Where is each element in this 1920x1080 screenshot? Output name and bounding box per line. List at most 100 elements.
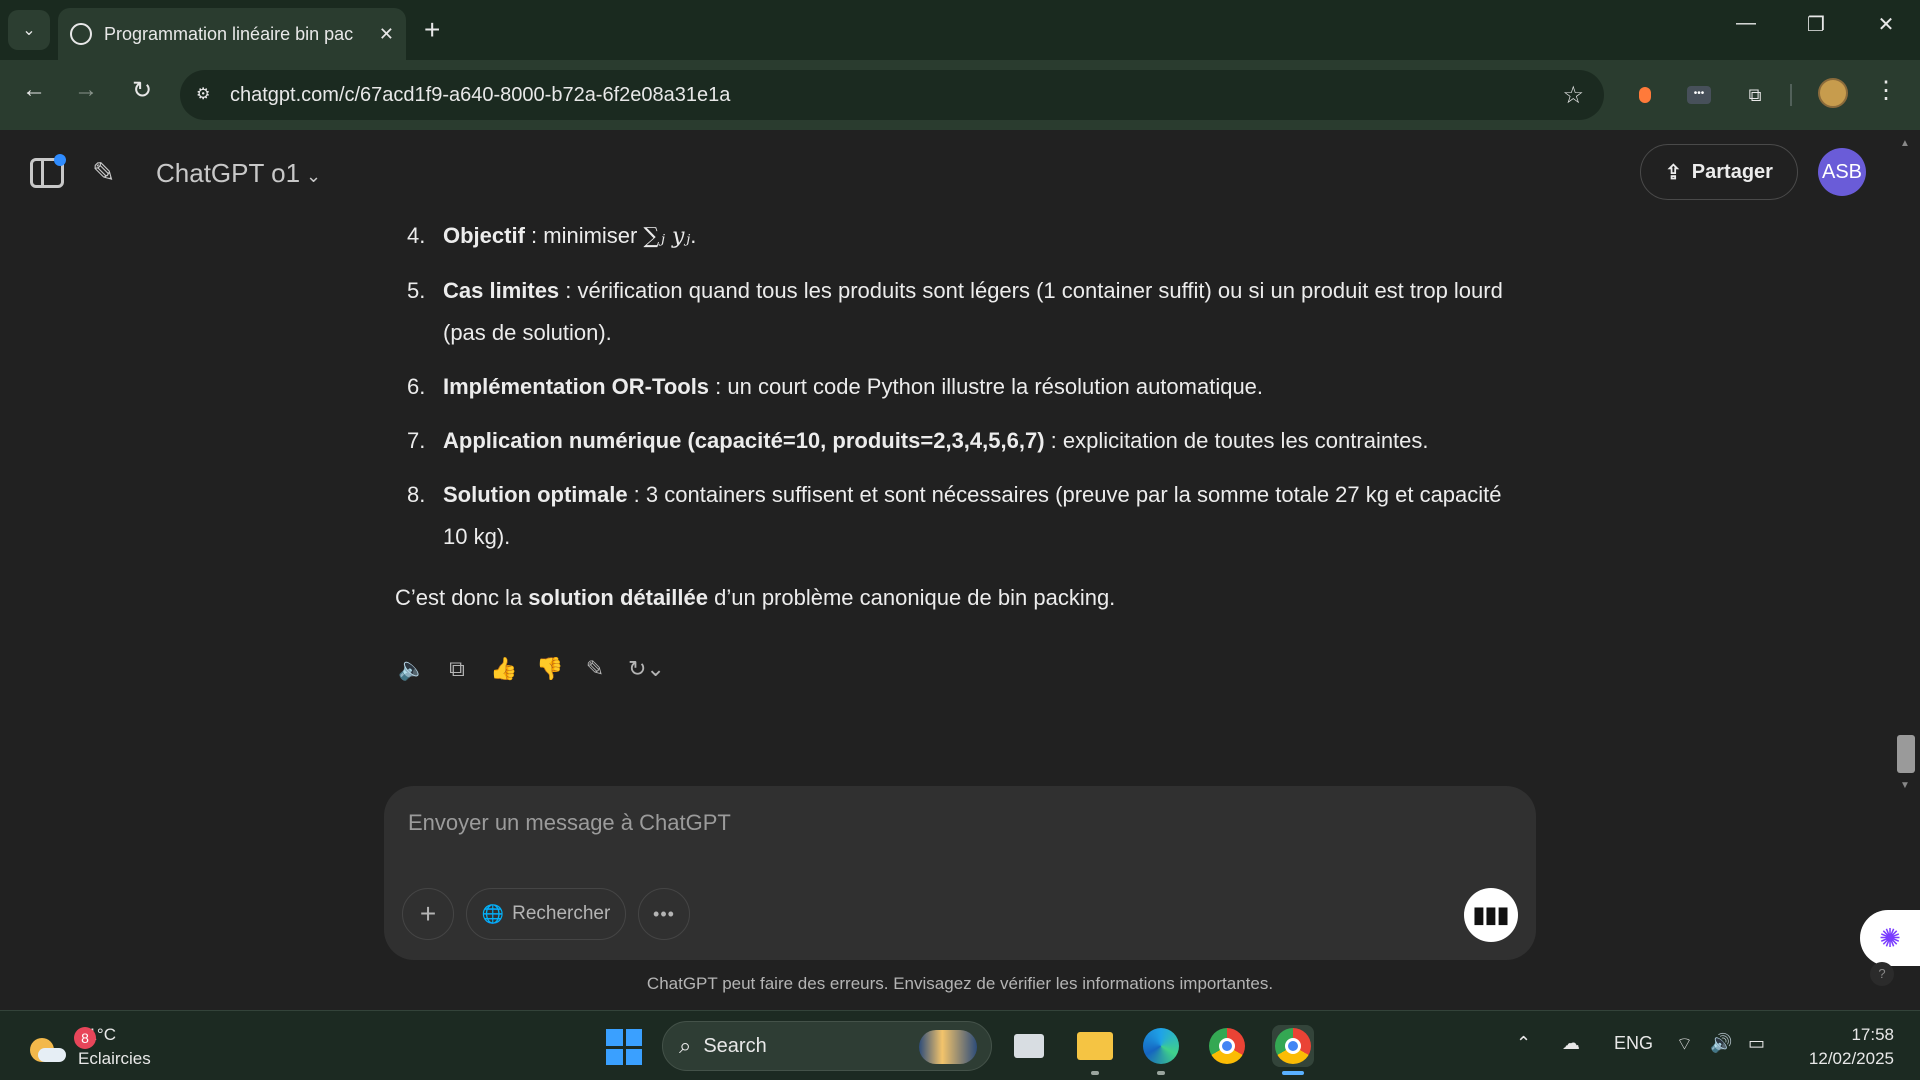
copy-icon[interactable]: ⧉	[444, 656, 470, 682]
regenerate-icon[interactable]: ↻⌄	[628, 656, 665, 682]
list-item: 5. Cas limites : vérification quand tous…	[395, 270, 1525, 354]
wifi-icon[interactable]: ⌔	[1676, 1033, 1693, 1056]
math-expression: ∑ⱼ yⱼ	[643, 224, 691, 249]
weather-widget[interactable]: 8 31°C Eclaircies	[28, 1023, 151, 1071]
read-aloud-icon[interactable]: 🔈	[398, 656, 425, 682]
search-highlight-image	[919, 1030, 977, 1064]
new-tab-button[interactable]: +	[424, 14, 440, 46]
chevron-up-icon[interactable]: ⌃	[1516, 1033, 1531, 1054]
search-button[interactable]: 🌐 Rechercher	[466, 888, 626, 940]
list-item-text: : explicitation de toutes les contrainte…	[1044, 428, 1429, 453]
back-arrow-icon[interactable]: ←	[16, 76, 52, 104]
extensions-puzzle-icon[interactable]: ⧉	[1740, 80, 1770, 110]
language-indicator[interactable]: ENG	[1614, 1033, 1653, 1054]
taskbar-search[interactable]: ⌕ Search	[662, 1021, 992, 1071]
waveform-icon: ▮▮▮	[1472, 902, 1510, 927]
profile-avatar-icon[interactable]	[1818, 78, 1848, 108]
thumbs-down-icon[interactable]: 👎	[536, 656, 563, 682]
chrome-browser-icon[interactable]	[1272, 1025, 1314, 1075]
weather-badge: 8	[74, 1027, 96, 1049]
minimize-icon[interactable]: —	[1726, 12, 1766, 35]
list-item: 8. Solution optimale : 3 containers suff…	[395, 474, 1525, 558]
assistant-message: 4. Objectif : minimiser ∑ⱼ yⱼ. 5. Cas li…	[395, 215, 1525, 618]
list-number: 5.	[407, 278, 426, 303]
upload-icon: ⇪	[1665, 161, 1682, 184]
tab-title: Programmation linéaire bin pac	[104, 23, 354, 44]
system-clock[interactable]: 17:58 12/02/2025	[1790, 1023, 1894, 1071]
help-icon[interactable]: ?	[1870, 962, 1894, 986]
task-view-icon[interactable]	[1008, 1025, 1050, 1067]
list-item-title: Objectif	[443, 223, 525, 248]
extension-icon[interactable]	[1630, 80, 1660, 110]
scroll-up-arrow[interactable]: ▲	[1900, 138, 1910, 149]
summary-text: d’un problème canonique de bin packing.	[708, 585, 1116, 610]
plus-icon: +	[419, 898, 437, 929]
url-text[interactable]: chatgpt.com/c/67acd1f9-a640-8000-b72a-6f…	[230, 84, 1562, 107]
list-item: 7. Application numérique (capacité=10, p…	[395, 420, 1525, 462]
forward-arrow-icon[interactable]: →	[68, 76, 104, 104]
list-item: 4. Objectif : minimiser ∑ⱼ yⱼ.	[395, 215, 1525, 258]
windows-start-icon[interactable]	[606, 1029, 642, 1065]
edge-browser-icon[interactable]	[1140, 1025, 1182, 1075]
notification-dot	[54, 154, 66, 166]
list-number: 4.	[407, 223, 426, 248]
reload-icon[interactable]: ↻	[124, 76, 160, 105]
user-avatar[interactable]: ASB	[1818, 148, 1866, 196]
brain-extension-icon[interactable]: ✺	[1860, 910, 1920, 966]
clock-date: 12/02/2025	[1808, 1049, 1894, 1068]
chevron-down-icon: ⌄	[22, 22, 36, 39]
toolbar-divider	[1790, 84, 1792, 106]
edit-canvas-icon[interactable]: ✎	[582, 656, 608, 682]
search-icon: ⌕	[679, 1033, 692, 1058]
file-explorer-icon[interactable]	[1074, 1025, 1116, 1075]
chatgpt-header: ✎ ChatGPT o1 ⌄ ⇪ Partager ASB	[0, 130, 1900, 220]
address-bar[interactable]: ⚙ chatgpt.com/c/67acd1f9-a640-8000-b72a-…	[180, 70, 1604, 120]
list-item-text: : vérification quand tous les produits s…	[443, 278, 1503, 345]
site-info-icon[interactable]: ⚙	[196, 84, 218, 106]
battery-icon[interactable]: ▭	[1748, 1033, 1765, 1054]
model-selector[interactable]: ChatGPT o1 ⌄	[156, 158, 321, 189]
list-item-title: Solution optimale	[443, 482, 628, 507]
more-options-button[interactable]: •••	[638, 888, 690, 940]
restore-icon[interactable]: ❐	[1796, 12, 1836, 37]
share-label: Partager	[1691, 160, 1773, 183]
bookmark-star-icon[interactable]: ☆	[1562, 81, 1584, 110]
clock-time: 17:58	[1851, 1025, 1894, 1044]
scroll-down-arrow[interactable]: ▼	[1900, 780, 1910, 791]
taskbar-search-label: Search	[703, 1034, 767, 1057]
ellipsis-icon: •••	[653, 903, 675, 924]
volume-icon[interactable]: 🔊	[1710, 1033, 1732, 1054]
message-composer[interactable]: Envoyer un message à ChatGPT + 🌐 Recherc…	[384, 786, 1536, 960]
list-item-text: : minimiser	[524, 223, 644, 248]
onedrive-icon[interactable]: ☁	[1562, 1033, 1580, 1054]
extension-icon[interactable]: •••	[1684, 80, 1714, 110]
list-item-title: Application numérique (capacité=10, prod…	[443, 428, 1045, 453]
browser-toolbar: ← → ↻ ⚙ chatgpt.com/c/67acd1f9-a640-8000…	[0, 60, 1920, 130]
list-item: 6. Implémentation OR-Tools : un court co…	[395, 366, 1525, 408]
browser-tab-active[interactable]: Programmation linéaire bin pac ✕	[58, 8, 406, 60]
voice-mode-button[interactable]: ▮▮▮	[1464, 888, 1518, 942]
weather-description: Eclaircies	[78, 1049, 151, 1068]
message-input[interactable]: Envoyer un message à ChatGPT	[408, 810, 731, 836]
openai-favicon-icon	[70, 23, 92, 45]
close-icon[interactable]: ✕	[379, 24, 394, 45]
windows-taskbar: 8 31°C Eclaircies ⌕ Search ⌃ ☁ ENG ⌔ 🔊 ▭…	[0, 1010, 1920, 1080]
list-item-title: Cas limites	[443, 278, 560, 303]
attach-button[interactable]: +	[402, 888, 454, 940]
tab-search-button[interactable]: ⌄	[8, 10, 50, 50]
list-number: 6.	[407, 374, 426, 399]
browser-tab-strip: ⌄ Programmation linéaire bin pac ✕ + — ❐…	[0, 0, 1920, 60]
window-close-icon[interactable]: ✕	[1866, 12, 1906, 37]
search-label: Rechercher	[512, 903, 611, 924]
screen: ⌄ Programmation linéaire bin pac ✕ + — ❐…	[0, 0, 1920, 1080]
list-item-text: : un court code Python illustre la résol…	[709, 374, 1264, 399]
new-chat-icon[interactable]: ✎	[92, 156, 115, 189]
browser-menu-icon[interactable]: ⋮	[1874, 76, 1898, 105]
model-name: ChatGPT o1	[156, 158, 301, 188]
share-button[interactable]: ⇪ Partager	[1640, 144, 1798, 200]
chrome-profile-icon[interactable]	[1206, 1025, 1248, 1067]
scrollbar-thumb[interactable]	[1897, 735, 1915, 773]
thumbs-up-icon[interactable]: 👍	[490, 656, 517, 682]
chevron-down-icon: ⌄	[306, 166, 322, 186]
disclaimer-text: ChatGPT peut faire des erreurs. Envisage…	[646, 974, 1274, 993]
